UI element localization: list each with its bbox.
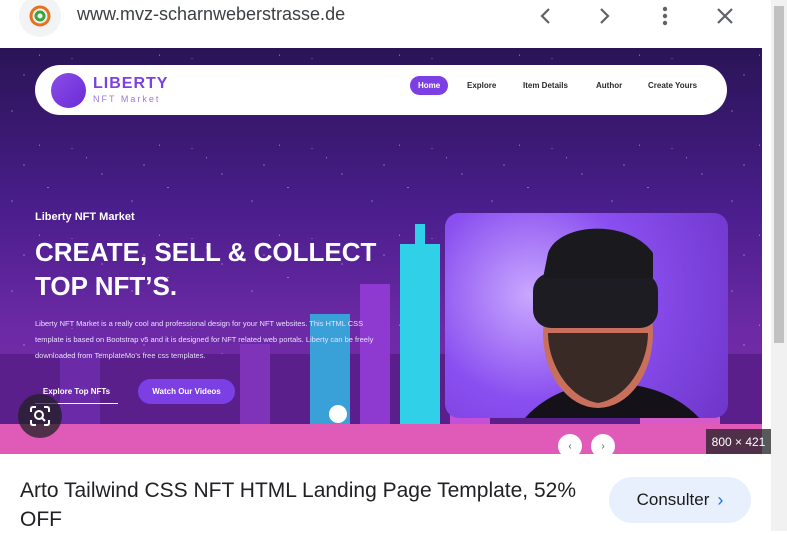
carousel-next-button[interactable]: › [591, 434, 615, 454]
hero-title: CREATE, SELL & COLLECT TOP NFT’S. [35, 237, 377, 301]
carousel-prev-button[interactable]: ‹ [558, 434, 582, 454]
site-navbar: LIBERTY NFT Market Home Explore Item Det… [35, 65, 727, 115]
lens-icon [30, 406, 50, 426]
nav-item-explore[interactable]: Explore [467, 81, 496, 90]
nav-item-author[interactable]: Author [596, 81, 622, 90]
image-dimensions-badge: 800 × 421 [706, 429, 771, 454]
preview-image[interactable]: LIBERTY NFT Market Home Explore Item Det… [0, 48, 762, 454]
more-vert-icon[interactable] [651, 3, 679, 29]
logo-subtitle: NFT Market [93, 94, 161, 104]
consulter-label: Consulter [636, 490, 710, 509]
forward-chevron-icon[interactable] [591, 3, 619, 29]
site-favicon[interactable] [19, 0, 61, 37]
hero-description: Liberty NFT Market is a really cool and … [35, 319, 374, 360]
close-icon[interactable] [711, 3, 739, 29]
nav-item-create-yours[interactable]: Create Yours [648, 81, 697, 90]
nav-item-home[interactable]: Home [410, 76, 449, 95]
vr-person-illustration [525, 228, 699, 418]
logo-title[interactable]: LIBERTY [93, 75, 168, 93]
hero-kicker: Liberty NFT Market [35, 211, 135, 223]
lens-search-button[interactable] [18, 394, 62, 438]
back-chevron-icon[interactable] [531, 3, 559, 29]
page-url[interactable]: www.mvz-scharnweberstrasse.de [77, 4, 345, 25]
watch-videos-button[interactable]: Watch Our Videos [138, 379, 235, 404]
favicon-icon [29, 5, 51, 27]
liberty-logo-icon[interactable] [51, 73, 86, 108]
consulter-button[interactable]: Consulter › [609, 477, 751, 523]
result-title[interactable]: Arto Tailwind CSS NFT HTML Landing Page … [20, 476, 580, 534]
hero-photo-card [445, 213, 728, 418]
nav-item-item-details[interactable]: Item Details [523, 81, 568, 90]
chevron-right-icon: › [717, 489, 724, 510]
browser-top-bar: www.mvz-scharnweberstrasse.de [0, 0, 771, 48]
scrollbar-thumb[interactable] [774, 6, 784, 343]
